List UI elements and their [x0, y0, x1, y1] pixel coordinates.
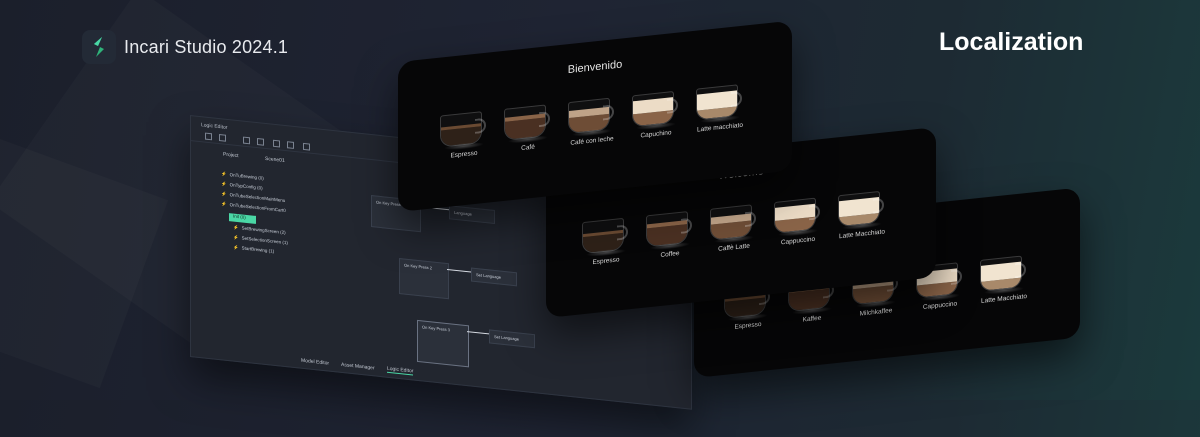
tab-scene[interactable]: Scene01: [265, 156, 285, 164]
toolbar-icon[interactable]: [219, 134, 226, 142]
drink-label: Espresso: [592, 256, 620, 267]
tab-logic-editor[interactable]: Logic Editor: [387, 365, 414, 376]
latte-macchiato-cup-icon: [980, 255, 1028, 296]
bolt-icon: ⚡: [233, 234, 239, 241]
coffee-cup-icon: [504, 104, 552, 145]
drink-label: Latte Macchiato: [839, 228, 885, 241]
bolt-icon: ⚡: [221, 191, 227, 197]
caffe-latte-cup-icon: [710, 204, 758, 245]
tree-item-selected[interactable]: Init (0): [229, 213, 256, 224]
editor-title: Logic Editor: [201, 122, 228, 131]
tab-project[interactable]: Project: [223, 151, 239, 159]
bolt-icon: ⚡: [221, 181, 227, 187]
tree-item-label: OnTuBrewing (0): [229, 172, 264, 181]
brand-name: Incari Studio 2024.1: [124, 36, 289, 57]
drink-label: Latte macchiato: [697, 121, 743, 134]
drink-label: Latte Macchiato: [981, 293, 1027, 305]
drink-label: Café con leche: [570, 135, 614, 147]
toolbar-icon[interactable]: [205, 132, 212, 141]
toolbar-icon[interactable]: [243, 136, 250, 145]
drink-label: Cappuccino: [780, 235, 816, 247]
drink-item[interactable]: Caffè Latte: [704, 203, 764, 254]
node-pin-label: Set Language: [476, 272, 501, 280]
tab-model-editor[interactable]: Model Editor: [301, 358, 329, 367]
drink-label: Milchkaffee: [859, 307, 893, 318]
drink-item[interactable]: Coffee: [640, 210, 700, 261]
cappuccino-cup-icon: [774, 197, 822, 238]
event-tree: ⚡ OnTuBrewing (0) ⚡ OnTypConfig (0) ⚡ OnTub…: [199, 169, 319, 254]
logic-node[interactable]: On Key Press 3: [417, 319, 469, 368]
brand: Incari Studio 2024.1: [82, 30, 288, 64]
bolt-icon: ⚡: [221, 171, 227, 177]
node-pin-label: Language: [454, 209, 472, 217]
drink-item[interactable]: Café con leche: [562, 96, 622, 147]
toolbar-icon[interactable]: [257, 138, 264, 146]
tree-item-label: StartBrewing (1): [241, 245, 275, 254]
logic-node[interactable]: Set Language: [489, 329, 535, 349]
drink-item[interactable]: Café: [498, 103, 558, 154]
node-pin-label: Set Language: [494, 333, 519, 342]
drink-item[interactable]: Latte Macchiato: [974, 254, 1034, 305]
drink-item[interactable]: Capuchino: [626, 90, 686, 141]
tree-item-label: OnTubeSelectionMainMenu: [229, 192, 286, 204]
toolbar-icon[interactable]: [303, 142, 310, 151]
capuchino-cup-icon: [632, 90, 680, 131]
tab-asset-manager[interactable]: Asset Manager: [341, 362, 375, 372]
logic-node[interactable]: On Key Press 2: [399, 257, 449, 300]
drink-item[interactable]: Espresso: [576, 217, 636, 268]
drink-label: Café: [521, 143, 535, 153]
latte-macchiato-cup-icon: [696, 84, 744, 125]
incari-logo-icon: [82, 30, 116, 64]
drink-label: Caffè Latte: [718, 242, 750, 253]
latte-macchiato-cup-icon: [838, 190, 886, 231]
drink-label: Cappuccino: [922, 300, 958, 311]
node-wire: [467, 331, 489, 335]
node-wire: [447, 269, 471, 273]
bolt-icon: ⚡: [233, 244, 239, 251]
drink-label: Kaffee: [802, 314, 822, 324]
drink-label: Coffee: [660, 249, 680, 259]
tree-item-label: Init (0): [233, 213, 246, 220]
espresso-cup-icon: [440, 111, 488, 152]
coffee-cup-icon: [646, 210, 694, 252]
espresso-cup-icon: [582, 217, 630, 258]
drink-label: Espresso: [734, 320, 762, 331]
drink-label: Espresso: [450, 149, 478, 160]
drink-item[interactable]: Espresso: [434, 110, 494, 161]
logic-node[interactable]: Set Language: [471, 267, 517, 287]
bolt-icon: ⚡: [233, 224, 239, 231]
toolbar-icon[interactable]: [273, 139, 280, 148]
bolt-icon: ⚡: [221, 201, 227, 207]
page-title: Localization: [939, 28, 1084, 56]
node-title: On Key Press 3: [422, 324, 451, 333]
tree-item-label: SetBrewingScreen (2): [241, 225, 286, 236]
drink-item[interactable]: Cappuccino: [768, 196, 828, 247]
tree-item-label: OnTypConfig (0): [229, 182, 263, 191]
tree-item[interactable]: ⚡ StartBrewing (1): [233, 245, 274, 257]
drink-label: Capuchino: [640, 129, 672, 140]
drink-item[interactable]: Latte macchiato: [690, 83, 750, 134]
node-title: On Key Press 2: [404, 262, 433, 271]
cafe-con-leche-cup-icon: [568, 97, 616, 138]
drink-item[interactable]: Latte Macchiato: [832, 190, 892, 241]
logic-node[interactable]: Language: [449, 205, 495, 225]
toolbar-icon[interactable]: [287, 141, 294, 149]
